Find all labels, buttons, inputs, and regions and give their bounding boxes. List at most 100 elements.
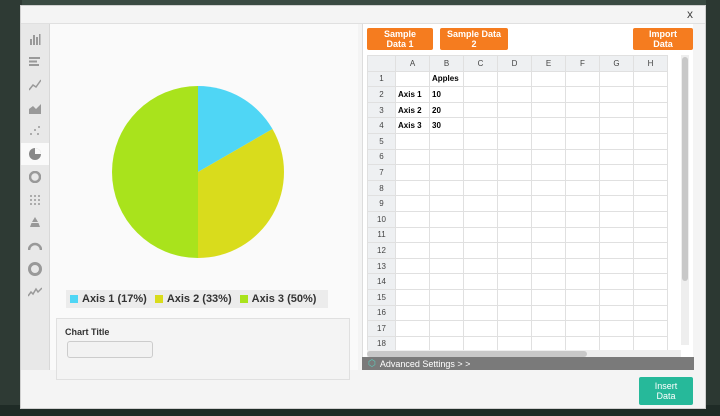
grid-cell[interactable] — [633, 226, 668, 244]
row-header[interactable]: 10 — [367, 210, 396, 228]
grid-cell[interactable] — [463, 257, 498, 275]
grid-cell[interactable] — [497, 210, 532, 228]
grid-cell[interactable] — [463, 288, 498, 306]
grid-cell[interactable] — [429, 242, 464, 259]
dot-matrix-icon[interactable] — [21, 189, 49, 211]
grid-cell[interactable] — [565, 242, 600, 259]
row-header[interactable]: 1 — [367, 70, 396, 88]
grid-cell[interactable] — [599, 226, 634, 244]
grid-cell[interactable] — [565, 257, 600, 275]
row-header[interactable]: 12 — [367, 242, 396, 259]
grid-cell[interactable] — [429, 210, 464, 228]
grid-cell[interactable] — [395, 273, 430, 290]
pie-slice-3[interactable] — [112, 86, 198, 258]
grid-cell[interactable] — [531, 101, 566, 119]
grid-cell[interactable] — [395, 257, 430, 275]
grid-cell[interactable] — [395, 164, 430, 181]
grid-cell[interactable] — [633, 148, 668, 166]
grid-cell[interactable] — [429, 257, 464, 275]
grid-cell[interactable] — [599, 242, 634, 259]
gauge-chart-icon[interactable] — [21, 235, 49, 257]
row-header[interactable]: 14 — [367, 273, 396, 290]
area-chart-icon[interactable] — [21, 97, 49, 119]
grid-cell[interactable] — [633, 273, 668, 290]
grid-cell[interactable] — [429, 226, 464, 244]
grid-cell[interactable] — [633, 288, 668, 306]
column-header[interactable]: F — [565, 55, 600, 72]
grid-cell[interactable] — [429, 179, 464, 197]
grid-cell[interactable] — [497, 195, 532, 212]
column-header[interactable]: C — [463, 55, 498, 72]
grid-cell[interactable] — [599, 86, 634, 103]
grid-cell[interactable] — [599, 320, 634, 337]
row-header[interactable]: 6 — [367, 148, 396, 166]
row-header[interactable]: 7 — [367, 164, 396, 181]
grid-cell[interactable]: Axis 2 — [395, 101, 430, 119]
row-header[interactable]: 8 — [367, 179, 396, 197]
grid-cell[interactable] — [565, 101, 600, 119]
grid-cell[interactable] — [395, 226, 430, 244]
import-data-button[interactable]: Import Data — [633, 28, 693, 50]
grid-cell[interactable] — [565, 320, 600, 337]
advanced-settings-bar[interactable]: ⬡ Advanced Settings > > — [362, 357, 694, 370]
grid-cell[interactable] — [599, 179, 634, 197]
vertical-scroll-thumb[interactable] — [682, 57, 688, 281]
close-button[interactable]: x — [687, 8, 693, 21]
grid-cell[interactable] — [395, 210, 430, 228]
column-header[interactable]: D — [497, 55, 532, 72]
grid-cell[interactable] — [531, 148, 566, 166]
row-header[interactable]: 13 — [367, 257, 396, 275]
grid-cell[interactable] — [531, 164, 566, 181]
grid-cell[interactable] — [565, 273, 600, 290]
grid-cell[interactable] — [633, 86, 668, 103]
grid-cell[interactable] — [633, 257, 668, 275]
grid-cell[interactable] — [429, 288, 464, 306]
grid-cell[interactable] — [599, 195, 634, 212]
ring-chart-icon[interactable] — [21, 258, 49, 280]
grid-cell[interactable] — [531, 70, 566, 88]
grid-cell[interactable] — [565, 86, 600, 103]
sample-data-1-button[interactable]: Sample Data 1 — [367, 28, 433, 50]
grid-cell[interactable] — [565, 304, 600, 322]
sparkline-icon[interactable] — [21, 281, 49, 303]
grid-cell[interactable] — [599, 117, 634, 134]
grid-cell[interactable] — [497, 101, 532, 119]
grid-cell[interactable] — [565, 288, 600, 306]
grid-cell[interactable] — [497, 273, 532, 290]
row-header[interactable]: 3 — [367, 101, 396, 119]
grid-cell[interactable] — [531, 257, 566, 275]
grid-cell[interactable] — [463, 117, 498, 134]
grid-cell[interactable] — [497, 164, 532, 181]
grid-cell[interactable] — [497, 148, 532, 166]
grid-cell[interactable] — [599, 101, 634, 119]
grid-cell[interactable] — [429, 195, 464, 212]
row-header[interactable]: 16 — [367, 304, 396, 322]
grid-cell[interactable] — [531, 210, 566, 228]
grid-cell[interactable] — [395, 70, 430, 88]
column-header[interactable]: A — [395, 55, 430, 72]
grid-cell[interactable] — [633, 164, 668, 181]
grid-cell[interactable] — [463, 70, 498, 88]
grid-cell[interactable] — [633, 304, 668, 322]
grid-cell[interactable] — [395, 179, 430, 197]
grid-cell[interactable] — [463, 226, 498, 244]
row-header[interactable]: 11 — [367, 226, 396, 244]
grid-cell[interactable] — [463, 148, 498, 166]
grid-cell[interactable]: 10 — [429, 86, 464, 103]
grid-cell[interactable] — [531, 117, 566, 134]
scatter-chart-icon[interactable] — [21, 120, 49, 142]
grid-cell[interactable] — [599, 164, 634, 181]
grid-cell[interactable] — [531, 242, 566, 259]
grid-cell[interactable] — [599, 210, 634, 228]
grid-cell[interactable] — [497, 179, 532, 197]
donut-chart-icon[interactable] — [21, 166, 49, 188]
grid-cell[interactable] — [497, 132, 532, 150]
grid-cell[interactable] — [565, 164, 600, 181]
grid-cell[interactable] — [463, 179, 498, 197]
pyramid-chart-icon[interactable] — [21, 212, 49, 234]
grid-cell[interactable] — [463, 210, 498, 228]
grid-cell[interactable] — [531, 288, 566, 306]
grid-cell[interactable] — [395, 320, 430, 337]
column-header[interactable]: G — [599, 55, 634, 72]
grid-cell[interactable] — [531, 179, 566, 197]
